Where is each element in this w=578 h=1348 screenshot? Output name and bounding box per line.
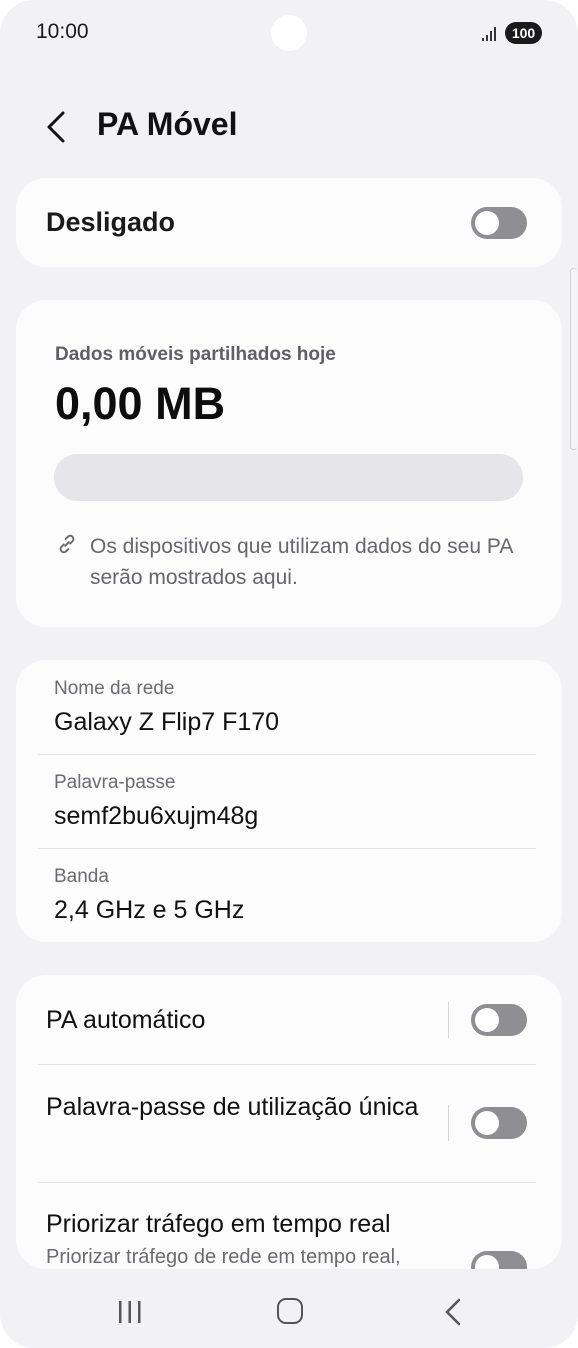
switch-knob	[475, 211, 499, 235]
home-icon[interactable]	[277, 1298, 303, 1324]
network-name-value: Galaxy Z Flip7 F170	[54, 708, 280, 736]
password-row[interactable]: Palavra-passe semf2bu6xujm48g	[54, 772, 258, 831]
page-title: PA Móvel	[97, 106, 238, 142]
data-usage-value: 0,00 MB	[55, 378, 226, 429]
data-usage-label: Dados móveis partilhados hoje	[55, 344, 336, 365]
link-icon	[59, 534, 75, 554]
band-value: 2,4 GHz e 5 GHz	[54, 896, 245, 924]
auto-hotspot-switch[interactable]	[471, 1004, 527, 1036]
network-info-card: Nome da rede Galaxy Z Flip7 F170 Palavra…	[16, 660, 562, 942]
switch-knob	[475, 1255, 499, 1269]
nav-back-icon[interactable]	[444, 1298, 462, 1326]
password-label: Palavra-passe	[54, 772, 176, 793]
divider	[38, 848, 536, 849]
hotspot-settings-card: PA automático Palavra-passe de utilizaçã…	[16, 975, 562, 1269]
data-usage-note: Os dispositivos que utilizam dados do se…	[90, 535, 513, 589]
realtime-traffic-description: Priorizar tráfego de rede em tempo real,	[46, 1246, 401, 1268]
network-name-label: Nome da rede	[54, 678, 175, 699]
realtime-traffic-switch[interactable]	[471, 1251, 527, 1269]
one-time-password-label[interactable]: Palavra-passe de utilização única	[46, 1089, 426, 1125]
separator	[448, 1002, 449, 1038]
back-arrow-icon[interactable]	[44, 110, 68, 144]
hotspot-state-label: Desligado	[46, 207, 176, 237]
password-value: semf2bu6xujm48g	[54, 802, 259, 830]
switch-knob	[475, 1111, 499, 1135]
one-time-password-switch[interactable]	[471, 1107, 527, 1139]
hotspot-toggle-card[interactable]: Desligado	[16, 178, 562, 267]
battery-icon: 100	[505, 22, 542, 44]
signal-icon	[482, 27, 496, 41]
divider	[38, 754, 536, 755]
camera-cutout	[271, 15, 307, 51]
phone-screen: 10:00 100 PA Móvel Desligado Dados móvei…	[0, 0, 578, 1348]
auto-hotspot-label[interactable]: PA automático	[46, 1002, 205, 1038]
separator	[448, 1105, 449, 1141]
realtime-traffic-label[interactable]: Priorizar tráfego em tempo real	[46, 1206, 391, 1242]
recent-apps-icon[interactable]	[117, 1300, 143, 1324]
band-row[interactable]: Banda 2,4 GHz e 5 GHz	[54, 866, 244, 925]
switch-knob	[475, 1008, 499, 1032]
band-label: Banda	[54, 866, 109, 887]
divider	[38, 1182, 536, 1183]
hotspot-switch[interactable]	[471, 207, 527, 239]
divider	[38, 1064, 536, 1065]
network-name-row[interactable]: Nome da rede Galaxy Z Flip7 F170	[54, 678, 279, 737]
data-usage-card: Dados móveis partilhados hoje 0,00 MB Os…	[16, 300, 562, 627]
data-usage-progress	[54, 454, 523, 501]
scrollbar[interactable]	[570, 268, 577, 450]
status-time: 10:00	[36, 20, 89, 43]
